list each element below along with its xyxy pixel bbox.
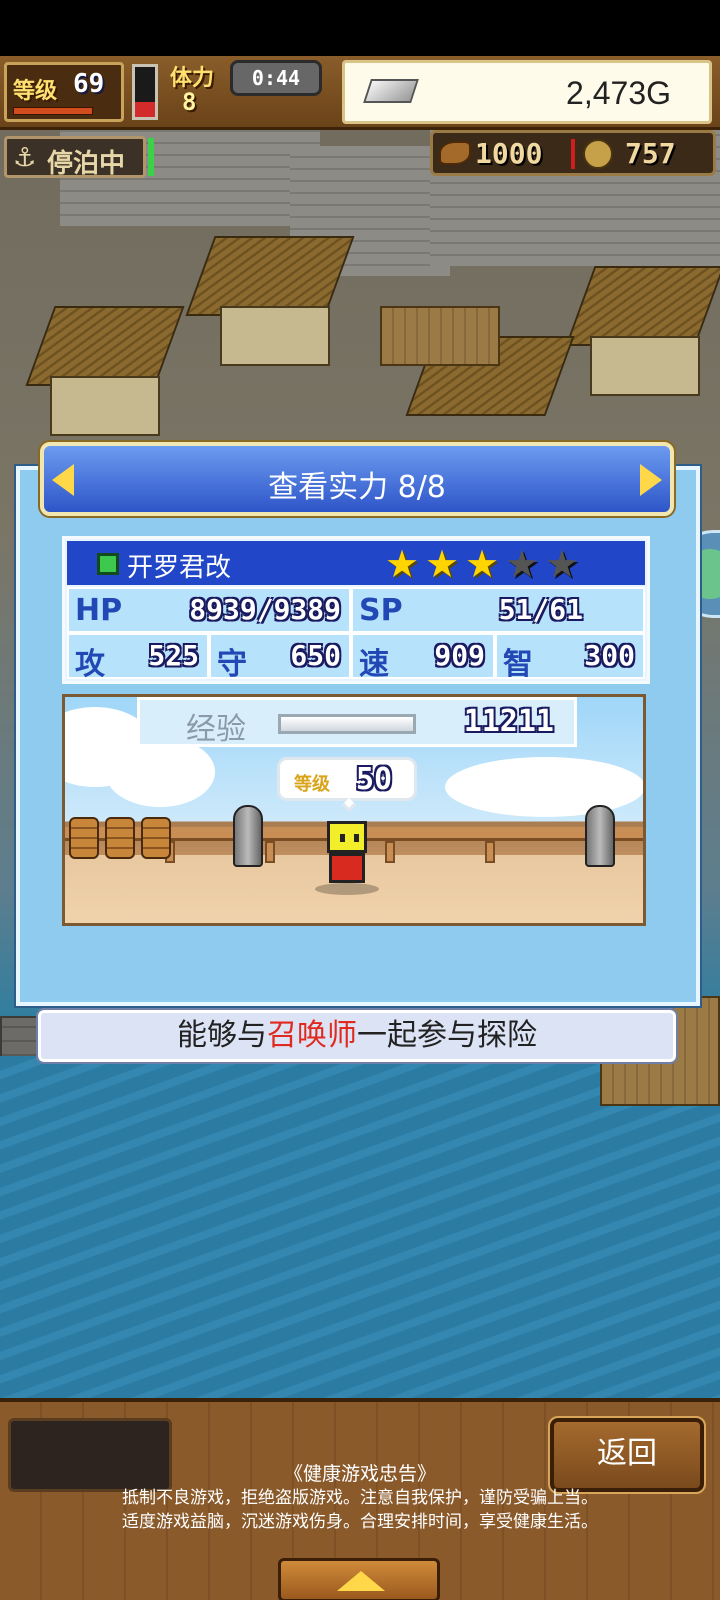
house xyxy=(590,336,700,396)
character-body xyxy=(329,853,365,883)
atk-value: 525 xyxy=(148,639,199,672)
exp-bar: 经验 11211 xyxy=(137,697,577,747)
stamina-fill xyxy=(135,102,155,117)
player-level: 等级 69 xyxy=(4,62,124,122)
hp-label: HP xyxy=(75,593,123,628)
ship-deck-preview: 经验 11211 等级 50 xyxy=(62,694,646,926)
anchor-status-label: 停泊中 xyxy=(47,149,126,179)
anchor-icon: ⚓ xyxy=(13,143,37,173)
sp-cell: SP 51/61 xyxy=(351,587,645,633)
level-value: 69 xyxy=(73,69,105,99)
star-icon: ★ xyxy=(425,542,460,586)
character-sprite xyxy=(321,821,373,889)
spd-cell: 速 909 xyxy=(351,633,495,682)
atk-label: 攻 xyxy=(75,647,105,682)
up-arrow-icon xyxy=(337,1571,385,1591)
spd-value: 909 xyxy=(434,639,485,672)
level-badge-value: 50 xyxy=(356,762,393,797)
character-name-row: 开罗君改 ★ ★ ★ ★ ★ xyxy=(67,541,645,585)
dialog-title: 查看实力 8/8 xyxy=(268,470,446,505)
def-value: 650 xyxy=(290,639,341,672)
house-roof xyxy=(565,266,720,346)
cannon xyxy=(233,805,263,867)
resource-divider xyxy=(571,139,575,169)
bubble-tail xyxy=(341,797,357,813)
caption-text-end: 一起参与探险 xyxy=(357,1018,537,1053)
cloud xyxy=(445,757,643,817)
star-icon: ★ xyxy=(505,542,540,586)
notice-title: 《健康游戏忠告》 xyxy=(283,1463,436,1485)
int-label: 智 xyxy=(503,647,533,682)
next-arrow-icon[interactable] xyxy=(640,464,662,496)
stat-row-hp-sp: HP 8939/9389 SP 51/61 xyxy=(67,587,645,633)
stat-row-attrs: 攻 525 守 650 速 909 智 300 xyxy=(67,633,645,682)
caption-text: 能够与 xyxy=(177,1018,267,1053)
resources: 1000 757 xyxy=(430,130,716,176)
character-head xyxy=(327,821,367,853)
rail-post xyxy=(265,841,275,863)
exp-track xyxy=(278,714,416,734)
health-notice: 《健康游戏忠告》 抵制不良游戏，拒绝盗版游戏。注意自我保护，谨防受骗上当。 适度… xyxy=(0,1462,720,1534)
caption-highlight: 召唤师 xyxy=(267,1018,357,1053)
house-roof xyxy=(185,236,355,316)
sp-value: 51/61 xyxy=(498,593,583,626)
atk-cell: 攻 525 xyxy=(67,633,209,682)
hp-cell: HP 8939/9389 xyxy=(67,587,351,633)
cannon xyxy=(585,805,615,867)
level-bubble: 等级 50 xyxy=(277,757,417,813)
level-badge-label: 等级 xyxy=(294,774,330,795)
character-name: 开罗君改 xyxy=(127,553,232,583)
gem-icon xyxy=(97,553,119,575)
int-cell: 智 300 xyxy=(495,633,645,682)
character-eye xyxy=(354,834,359,842)
stamina-gauge xyxy=(132,64,158,120)
rail-post xyxy=(485,841,495,863)
gold-display[interactable]: 2,473G xyxy=(342,60,712,124)
house-roof xyxy=(25,306,185,386)
coin-icon xyxy=(583,139,613,169)
character-eye xyxy=(340,834,345,842)
level-label: 等级 xyxy=(13,78,58,103)
def-cell: 守 650 xyxy=(209,633,351,682)
dialog-header: 查看实力 8/8 xyxy=(40,442,674,516)
spd-label: 速 xyxy=(359,647,389,682)
resource-food-value: 1000 xyxy=(475,137,543,170)
exp-label: 经验 xyxy=(186,712,246,747)
rail-post xyxy=(385,841,395,863)
gold-value: 2,473G xyxy=(566,75,671,111)
sp-label: SP xyxy=(359,593,403,628)
bottom-bar: 返回 《健康游戏忠告》 抵制不良游戏，拒绝盗版游戏。注意自我保护，谨防受骗上当。… xyxy=(0,1398,720,1600)
status-indicator xyxy=(148,138,154,176)
anchor-status[interactable]: ⚓ 停泊中 xyxy=(4,136,146,179)
star-icon: ★ xyxy=(385,542,420,586)
character-stats: 开罗君改 ★ ★ ★ ★ ★ HP 8939/9389 SP 51/61 攻 5… xyxy=(62,536,650,684)
character-caption: 能够与召唤师一起参与探险 xyxy=(36,1008,678,1064)
silver-ingot-icon xyxy=(363,79,419,103)
star-icon: ★ xyxy=(545,542,580,586)
water xyxy=(0,1056,720,1400)
house xyxy=(50,376,160,436)
notice-line-2: 适度游戏益脑，沉迷游戏伤身。合理安排时间，享受健康生活。 xyxy=(122,1512,598,1532)
barrel xyxy=(141,817,171,859)
food-icon xyxy=(439,141,471,165)
notice-line-1: 抵制不良游戏，拒绝盗版游戏。注意自我保护，谨防受骗上当。 xyxy=(122,1488,598,1508)
level-progress-bar xyxy=(13,107,93,115)
barrel xyxy=(69,817,99,859)
barrel xyxy=(105,817,135,859)
expand-menu-button[interactable] xyxy=(278,1558,440,1600)
stamina-value: 8 xyxy=(182,88,197,116)
resource-coin-value: 757 xyxy=(625,137,676,170)
exp-value: 11211 xyxy=(463,704,554,739)
def-label: 守 xyxy=(217,647,247,682)
dock xyxy=(380,306,500,366)
house xyxy=(220,306,330,366)
hp-value: 8939/9389 xyxy=(189,593,341,626)
int-value: 300 xyxy=(584,639,635,672)
stamina-timer: 0:44 xyxy=(230,60,322,96)
star-icon: ★ xyxy=(465,542,500,586)
status-bar xyxy=(0,0,720,56)
